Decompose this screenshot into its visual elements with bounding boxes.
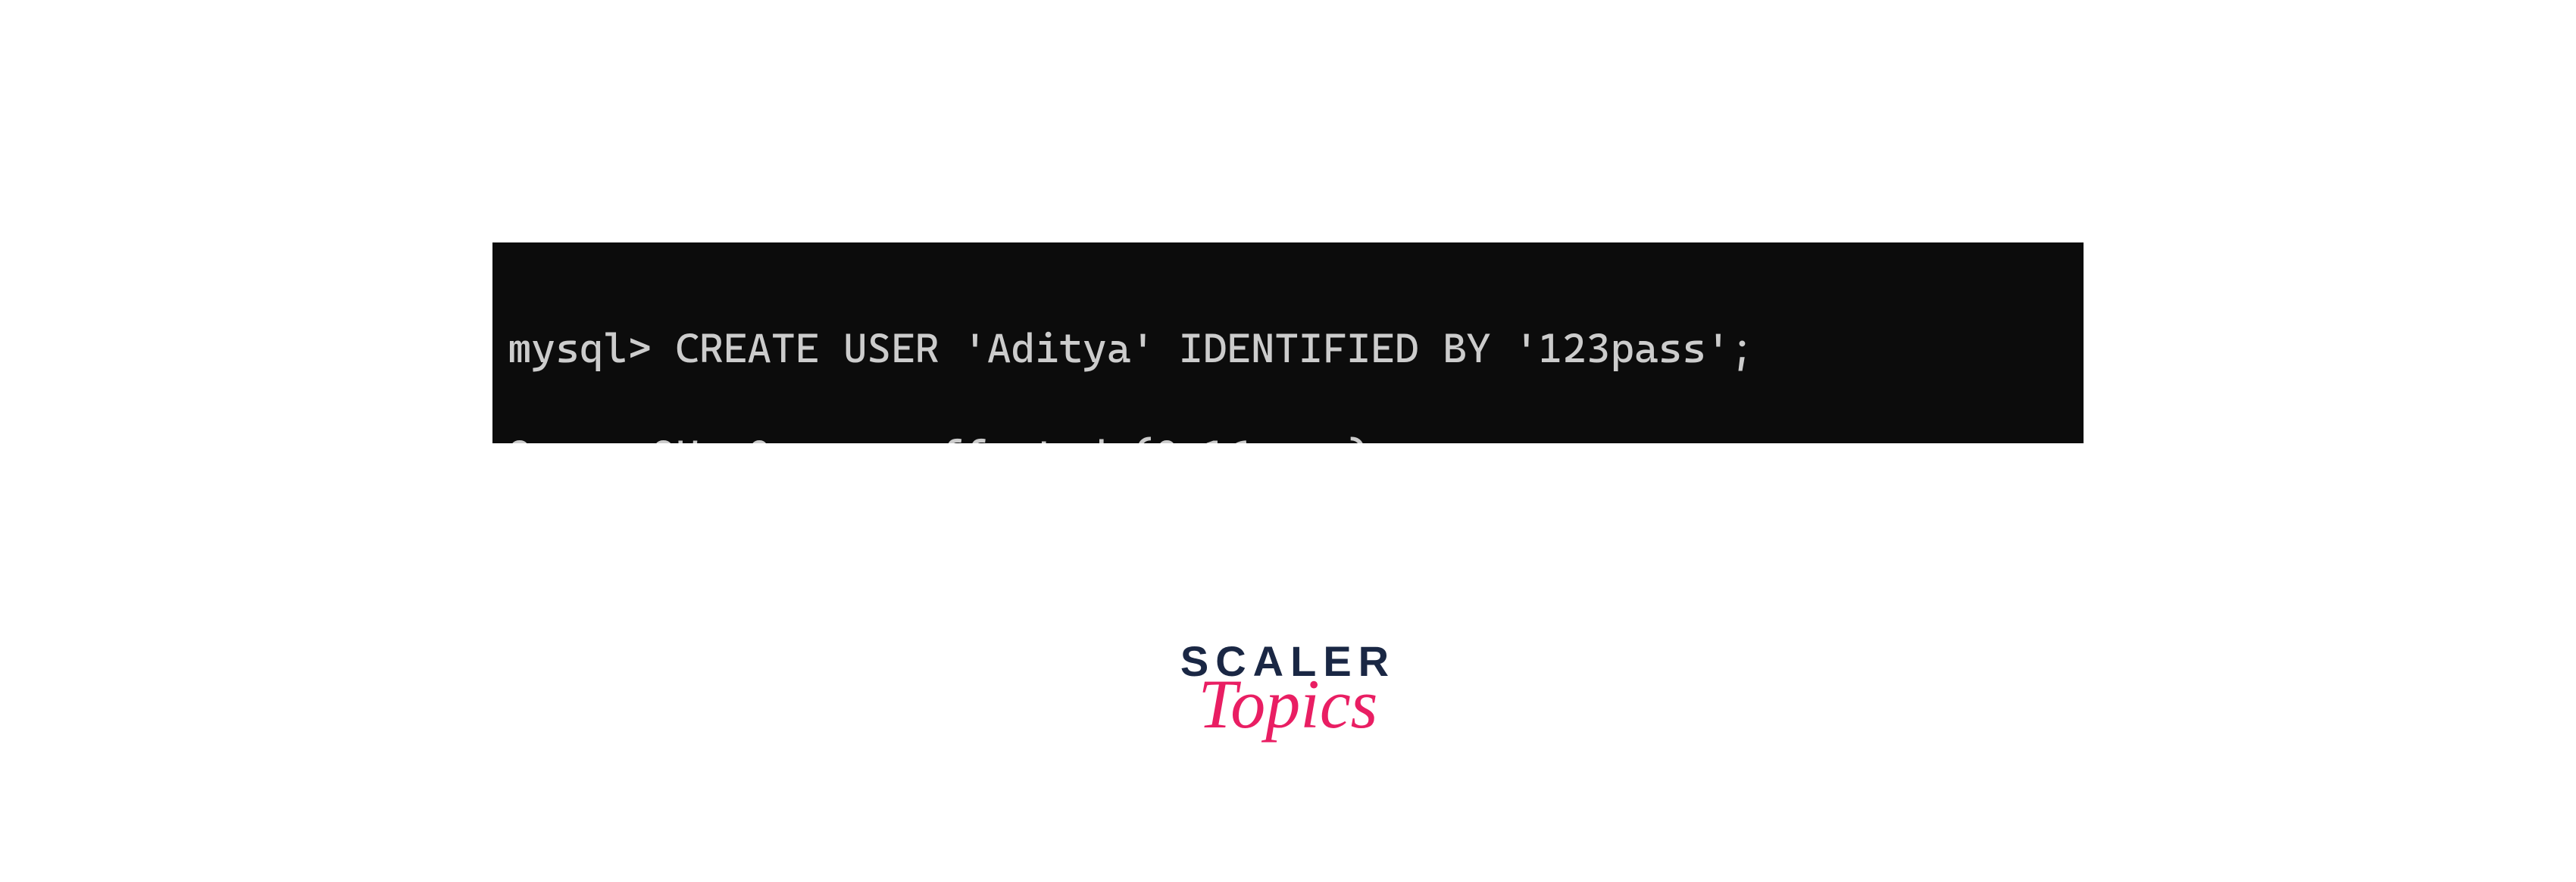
- scaler-topics-logo: SCALER Topics: [1180, 640, 1396, 739]
- logo-topics-text: Topics: [1180, 669, 1396, 739]
- terminal-output-line: Query OK, 0 rows affected (0.16 sec): [508, 429, 2068, 443]
- terminal-command-line: mysql> CREATE USER 'Aditya' IDENTIFIED B…: [508, 322, 2068, 375]
- mysql-terminal: mysql> CREATE USER 'Aditya' IDENTIFIED B…: [492, 242, 2084, 443]
